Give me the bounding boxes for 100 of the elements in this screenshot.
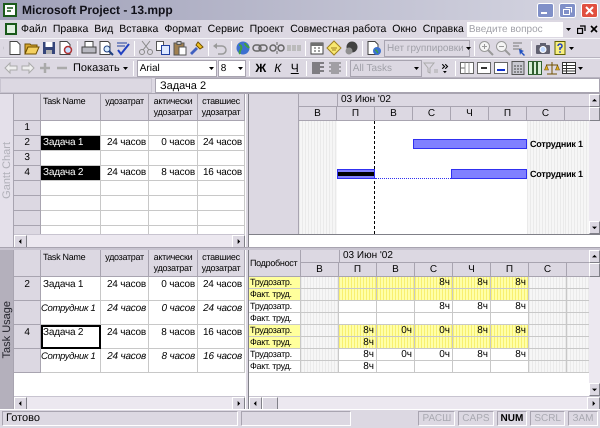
usage-cell[interactable]	[529, 325, 567, 337]
scroll-right-button[interactable]	[232, 235, 245, 247]
magnifier-document-icon[interactable]	[58, 40, 74, 56]
scroll-left-button[interactable]	[14, 235, 27, 247]
usage-value-cell[interactable]: 8ч	[491, 325, 529, 337]
menu-item[interactable]: Вставка	[116, 23, 162, 35]
usage-value-cell[interactable]: 8ч	[415, 277, 453, 289]
close-button[interactable]	[581, 2, 598, 18]
broken-link-icon[interactable]	[269, 40, 285, 56]
table-cell[interactable]: 8 часов	[149, 349, 198, 373]
task-name-cell[interactable]: Задача 2	[41, 166, 101, 181]
menu-item[interactable]: Формат	[161, 23, 205, 35]
restore-icon[interactable]	[576, 24, 586, 34]
usage-cell[interactable]	[301, 277, 339, 289]
scrollbar-thumb[interactable]	[262, 397, 278, 409]
show-button[interactable]: Показать	[71, 60, 130, 76]
paintbrush-icon[interactable]	[189, 40, 205, 56]
column-header[interactable]: удозатрат	[101, 250, 149, 277]
usage-value-cell[interactable]: 0ч	[415, 325, 453, 337]
menu-item[interactable]: Вид	[91, 23, 116, 35]
bold-button[interactable]: Ж	[252, 60, 269, 76]
resource-name-cell[interactable]: Сотрудник 1	[41, 349, 101, 373]
help-icon[interactable]	[552, 40, 568, 56]
table-cell[interactable]: 8 часов	[149, 325, 198, 349]
caret-icon[interactable]	[569, 46, 574, 50]
column-header[interactable]: Task Name	[41, 250, 101, 277]
table-cell[interactable]: 24 часов	[101, 301, 149, 325]
column-header[interactable]: ставшиес удозатрат	[198, 250, 245, 277]
table-cell[interactable]: 24 часов	[101, 136, 149, 151]
column-header[interactable]: актически удозатрат	[149, 250, 198, 277]
table-cell[interactable]: 24 часов	[101, 349, 149, 373]
table-cell[interactable]: 0 часов	[149, 277, 198, 301]
usage-cell[interactable]	[529, 313, 567, 325]
menu-item[interactable]: Проект	[246, 23, 288, 35]
resource-name-cell[interactable]: Сотрудник 1	[41, 301, 101, 325]
paste-icon[interactable]	[172, 40, 188, 56]
scrollbar-thumb[interactable]	[589, 263, 600, 277]
task-bar[interactable]	[413, 138, 527, 148]
font-size-dropdown[interactable]: 8	[218, 60, 246, 76]
font-dropdown[interactable]: Arial	[136, 60, 217, 76]
menu-item[interactable]: Окно	[389, 23, 420, 35]
column-header[interactable]: Подробност	[249, 250, 301, 277]
column-header[interactable]: ставшиес удозатрат	[198, 94, 245, 121]
undo-icon[interactable]	[212, 40, 228, 56]
column-header[interactable]: актически удозатрат	[149, 94, 198, 121]
align-left-icon[interactable]	[310, 60, 326, 76]
menu-item[interactable]: Сервис	[204, 23, 247, 35]
balance-scale-icon[interactable]	[544, 60, 560, 76]
arrow-bars-icon[interactable]	[512, 40, 528, 56]
usage-cell[interactable]	[491, 337, 529, 349]
usage-cell[interactable]	[301, 301, 339, 313]
menu-item[interactable]: Файл	[18, 23, 50, 35]
usage-cell[interactable]	[529, 277, 567, 289]
usage-cell[interactable]	[529, 289, 567, 301]
usage-value-cell[interactable]: 8ч	[453, 277, 491, 289]
row-number[interactable]: 3	[14, 151, 41, 166]
view-bar[interactable]: Task Usage	[0, 250, 14, 409]
document-globe-icon[interactable]	[366, 40, 382, 56]
restore-button[interactable]	[559, 2, 576, 18]
vertical-scrollbar[interactable]	[589, 94, 600, 234]
menu-item[interactable]: Правка	[50, 23, 92, 35]
usage-cell[interactable]	[529, 361, 567, 373]
caret-icon[interactable]	[566, 28, 571, 30]
scroll-right-button[interactable]	[587, 397, 600, 409]
scroll-left-button[interactable]	[14, 397, 27, 409]
usage-value-cell[interactable]: 8ч	[339, 349, 377, 361]
scroll-down-button[interactable]	[589, 221, 600, 234]
usage-value-cell[interactable]: 8ч	[453, 325, 491, 337]
scroll-up-button[interactable]	[589, 94, 600, 107]
scroll-right-button[interactable]	[232, 397, 245, 409]
usage-cell[interactable]	[415, 361, 453, 373]
usage-cell[interactable]	[415, 337, 453, 349]
progress-bar[interactable]	[337, 168, 375, 178]
copy-icon[interactable]	[155, 40, 171, 56]
help-search-field[interactable]: Введите вопрос	[466, 22, 563, 36]
horizontal-scrollbar[interactable]	[14, 234, 245, 247]
usage-value-cell[interactable]: 8ч	[453, 301, 491, 313]
person-icon[interactable]	[343, 40, 359, 56]
usage-value-cell[interactable]: 8ч	[491, 277, 529, 289]
scroll-left-button[interactable]	[249, 397, 262, 409]
table-underline-icon[interactable]	[492, 60, 509, 76]
table-cell[interactable]: 24 часов	[101, 325, 149, 349]
scroll-down-button[interactable]	[589, 383, 600, 396]
usage-cell[interactable]	[301, 349, 339, 361]
caret-icon[interactable]	[208, 66, 214, 70]
horizontal-scrollbar[interactable]	[249, 234, 600, 247]
print-preview-icon[interactable]	[98, 40, 114, 56]
usage-cell[interactable]	[529, 349, 567, 361]
usage-cell[interactable]	[339, 301, 377, 313]
globe-icon[interactable]	[235, 40, 251, 56]
menu-item[interactable]: Совместная работа	[287, 23, 390, 35]
usage-cell[interactable]	[453, 289, 491, 301]
usage-value-cell[interactable]: 8ч	[415, 301, 453, 313]
calendar-icon[interactable]	[309, 40, 325, 56]
column-header[interactable]: Task Name	[41, 94, 101, 121]
usage-value-cell[interactable]: 8ч	[339, 325, 377, 337]
usage-cell[interactable]	[377, 277, 415, 289]
row-number[interactable]: 4	[14, 166, 41, 181]
usage-cell[interactable]	[529, 337, 567, 349]
close-icon[interactable]	[590, 25, 598, 33]
